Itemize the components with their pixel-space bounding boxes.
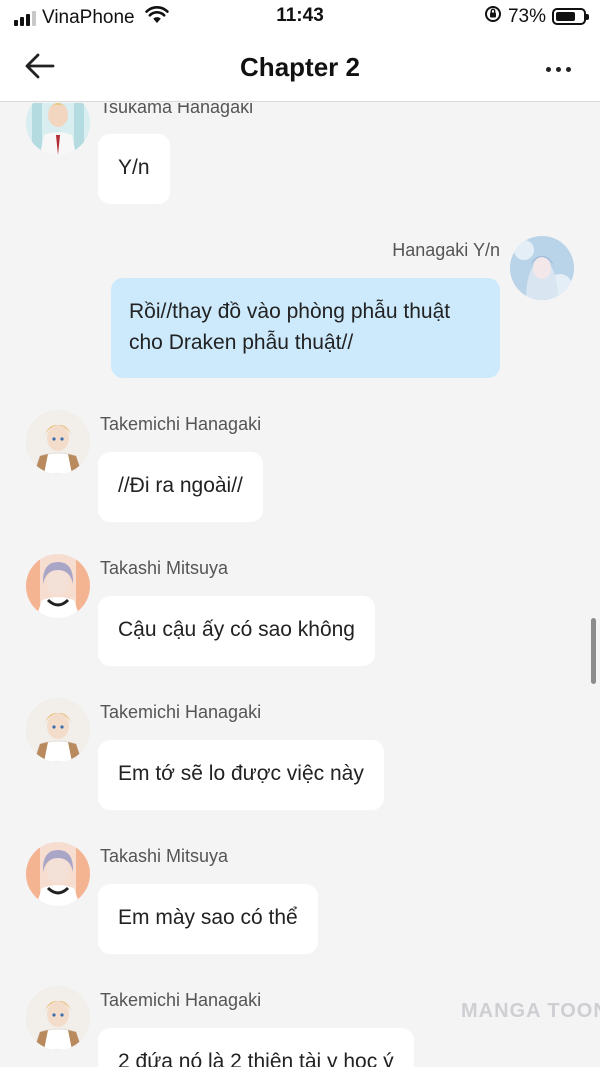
- battery-percentage: 73%: [507, 5, 546, 27]
- status-bar: VinaPhone 11:43 73%: [0, 0, 600, 36]
- status-left: VinaPhone: [14, 6, 169, 29]
- status-right: 73%: [484, 5, 589, 28]
- scrollbar-thumb[interactable]: [591, 618, 596, 684]
- message-sender: Takemichi Hanagaki: [100, 702, 262, 722]
- message-bubble[interactable]: Y/n: [98, 134, 170, 204]
- message-bubble[interactable]: //Đi ra ngoài//: [98, 452, 263, 522]
- avatar-takemichi[interactable]: [26, 986, 90, 1050]
- avatar-tsukama[interactable]: [26, 103, 90, 155]
- battery-fill: [556, 12, 575, 21]
- avatar-takemichi[interactable]: [26, 698, 90, 762]
- cellular-signal-icon: [14, 10, 36, 26]
- avatar-mitsuya[interactable]: [26, 842, 90, 906]
- message-bubble[interactable]: Cậu cậu ấy có sao không: [98, 596, 375, 666]
- chat-thread[interactable]: Tsukama Hanagaki Y/n Hanagaki Y/n Rồi//t…: [0, 103, 600, 1067]
- avatar-takemichi[interactable]: [26, 410, 90, 474]
- arrow-left-icon: [25, 53, 55, 84]
- more-options-button[interactable]: [538, 54, 578, 84]
- battery-icon: [552, 8, 589, 25]
- header: Chapter 2: [0, 36, 600, 102]
- carrier-name: VinaPhone: [42, 6, 135, 28]
- message-bubble[interactable]: Em tớ sẽ lo được việc này: [98, 740, 384, 810]
- avatar-mitsuya[interactable]: [26, 554, 90, 618]
- more-horizontal-icon: [545, 66, 551, 72]
- page-title: Chapter 2: [240, 52, 360, 82]
- message-sender: Takashi Mitsuya: [100, 846, 229, 866]
- message-bubble[interactable]: Em mày sao có thể: [98, 884, 318, 954]
- message-bubble[interactable]: 2 đứa nó là 2 thiên tài y học ý: [98, 1028, 414, 1067]
- back-button[interactable]: [20, 50, 60, 86]
- message-sender: Tsukama Hanagaki: [100, 103, 254, 117]
- message-sender: Takashi Mitsuya: [100, 558, 229, 578]
- rotation-lock-icon: [484, 5, 502, 28]
- message-sender: Hanagaki Y/n: [392, 240, 500, 260]
- watermark-logo: MANGA TOON: [461, 1000, 600, 1022]
- message-sender: Takemichi Hanagaki: [100, 414, 262, 434]
- wifi-icon: [144, 6, 169, 29]
- message-sender: Takemichi Hanagaki: [100, 990, 262, 1010]
- avatar-self[interactable]: [510, 236, 574, 300]
- message-bubble-self[interactable]: Rồi//thay đồ vào phòng phẫu thuật cho Dr…: [111, 278, 500, 378]
